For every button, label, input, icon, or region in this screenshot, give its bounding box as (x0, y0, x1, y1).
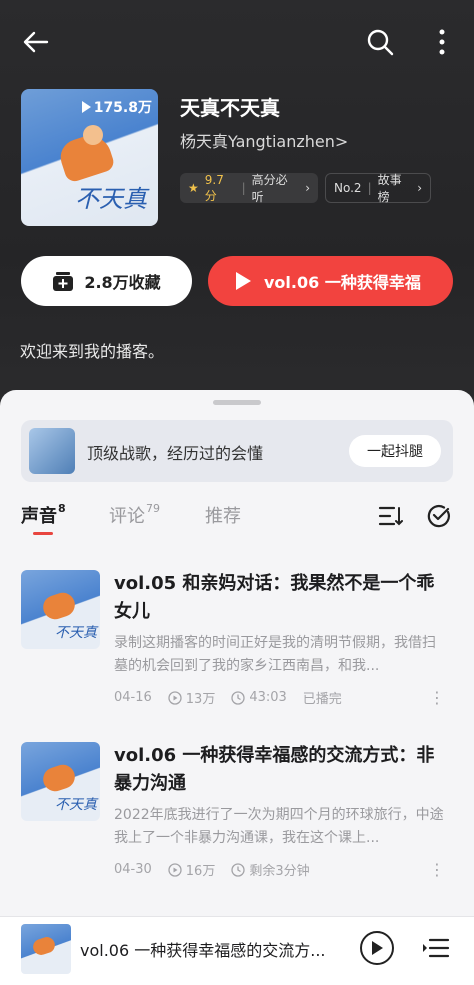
star-icon: ★ (188, 181, 199, 195)
tab-recommend[interactable]: 推荐 (205, 502, 241, 528)
episode-description: 2022年底我进行了一次为期四个月的环球旅行，中途我上了一个非暴力沟通课，我在这… (114, 807, 444, 846)
rating-chip[interactable]: ★ 9.7分 | 高分必听 › (180, 172, 318, 204)
chevron-right-icon: › (305, 181, 310, 195)
sort-button[interactable] (377, 502, 405, 530)
play-count-badge: 175.8万 (81, 97, 152, 117)
search-icon (367, 29, 394, 56)
play-circle-icon (168, 690, 182, 705)
rating-label: 高分必听 (251, 173, 288, 204)
play-latest-label: vol.06 一种获得幸福 (264, 273, 421, 292)
episode-meta: 04-16 13万 43:03 已播完 (114, 688, 342, 707)
tab-recommend-label: 推荐 (205, 506, 241, 527)
episode-remaining-wrap: 剩余3分钟 (231, 860, 310, 879)
episode-meta: 04-30 16万 剩余3分钟 (114, 860, 310, 879)
clock-icon (231, 862, 245, 877)
play-latest-button[interactable]: vol.06 一种获得幸福 (208, 256, 453, 306)
podcast-cover[interactable]: 不天真 175.8万 (21, 89, 158, 226)
episode-plays: 13万 (185, 692, 216, 707)
drag-handle[interactable] (213, 400, 261, 405)
episode-item[interactable]: 不天真 vol.05 和亲妈对话：我果然不是一个乖女儿 录制这期播客的时间正好是… (21, 570, 453, 720)
tab-audio-count: 8 (58, 502, 66, 515)
more-vertical-icon (439, 29, 445, 55)
content-tabs: 声音8 评论79 推荐 (21, 502, 453, 542)
episode-plays-wrap: 13万 (168, 688, 216, 707)
mini-player-cover (21, 924, 71, 974)
episode-date: 04-16 (114, 690, 152, 705)
chevron-right-icon: › (417, 181, 422, 195)
back-button[interactable] (16, 22, 56, 62)
episode-thumbnail: 不天真 (21, 570, 100, 649)
episode-description: 录制这期播客的时间正好是我的清明节假期，我借扫墓的机会回到了我的家乡江西南昌，和… (114, 635, 436, 674)
episode-duration: 43:03 (249, 690, 287, 705)
episode-status: 已播完 (302, 692, 342, 707)
more-button[interactable] (422, 22, 462, 62)
mini-player[interactable]: vol.06 一种获得幸福感的交流方... (0, 916, 474, 985)
collect-button[interactable]: 2.8万收藏 (21, 256, 192, 306)
top-bar (0, 22, 474, 62)
mini-play-button[interactable] (360, 931, 394, 965)
episode-date: 04-30 (114, 862, 152, 877)
banner-thumbnail (29, 428, 75, 474)
play-count: 175.8万 (93, 100, 152, 116)
collect-label: 2.8万收藏 (84, 273, 161, 292)
rank-chip[interactable]: No.2 | 故事榜 › (325, 173, 431, 204)
episode-plays: 16万 (185, 864, 216, 879)
thumbnail-figure (40, 589, 78, 623)
banner-action-button[interactable]: 一起抖腿 (349, 435, 441, 467)
episode-plays-wrap: 16万 (168, 860, 216, 879)
tab-audio[interactable]: 声音8 (21, 502, 66, 528)
promo-banner[interactable]: 顶级战歌，经历过的会懂 一起抖腿 (21, 420, 453, 482)
cover-script: 不天真 (75, 185, 147, 213)
tab-comments[interactable]: 评论79 (109, 502, 160, 528)
episode-title: vol.06 一种获得幸福感的交流方式：非暴力沟通 (114, 745, 435, 794)
episode-more-icon[interactable]: ⋮ (429, 860, 445, 879)
thumbnail-script: 不天真 (55, 797, 97, 813)
episode-status: 剩余3分钟 (249, 864, 310, 879)
rating-score: 9.7分 (204, 172, 224, 203)
tab-audio-label: 声音 (21, 506, 57, 527)
arrow-left-icon (23, 31, 49, 53)
episode-item[interactable]: 不天真 vol.06 一种获得幸福感的交流方式：非暴力沟通 2022年底我进行了… (21, 742, 453, 892)
thumbnail-figure (40, 761, 78, 795)
rank-category: 故事榜 (377, 173, 402, 204)
play-icon (372, 941, 383, 955)
rank-label: No.2 (334, 181, 362, 195)
playlist-icon (423, 938, 450, 958)
play-circle-icon (168, 862, 182, 877)
tab-comments-count: 79 (146, 502, 160, 515)
episode-sheet: 顶级战歌，经历过的会懂 一起抖腿 声音8 评论79 推荐 不天真 vol.05 … (0, 390, 474, 985)
playlist-button[interactable] (420, 933, 452, 963)
search-button[interactable] (360, 22, 400, 62)
mini-player-title: vol.06 一种获得幸福感的交流方... (80, 941, 326, 960)
play-icon (236, 272, 251, 290)
episode-title: vol.05 和亲妈对话：我果然不是一个乖女儿 (114, 573, 435, 622)
podcast-intro: 欢迎来到我的播客。 (20, 342, 165, 361)
play-triangle-icon (81, 101, 91, 113)
podcast-header: 不天真 175.8万 天真不天真 杨天真Yangtianzhen> ★ 9.7分… (0, 0, 474, 430)
cover-figure-head (83, 125, 103, 145)
clock-icon (231, 690, 245, 705)
episode-thumbnail: 不天真 (21, 742, 100, 821)
check-circle-icon (427, 504, 450, 528)
active-tab-indicator (33, 532, 53, 535)
divider: | (367, 181, 372, 195)
episode-more-icon[interactable]: ⋮ (429, 688, 445, 707)
collect-icon (53, 272, 74, 291)
podcast-title: 天真不天真 (180, 96, 280, 120)
author-link[interactable]: 杨天真Yangtianzhen> (180, 128, 348, 152)
episode-duration-wrap: 43:03 (231, 690, 287, 705)
divider: | (241, 181, 246, 195)
thumbnail-script: 不天真 (55, 625, 97, 641)
sort-icon (378, 506, 403, 526)
multi-select-button[interactable] (425, 502, 453, 530)
thumbnail-figure (31, 934, 57, 958)
banner-text: 顶级战歌，经历过的会懂 (87, 444, 264, 463)
tab-comments-label: 评论 (109, 506, 145, 527)
